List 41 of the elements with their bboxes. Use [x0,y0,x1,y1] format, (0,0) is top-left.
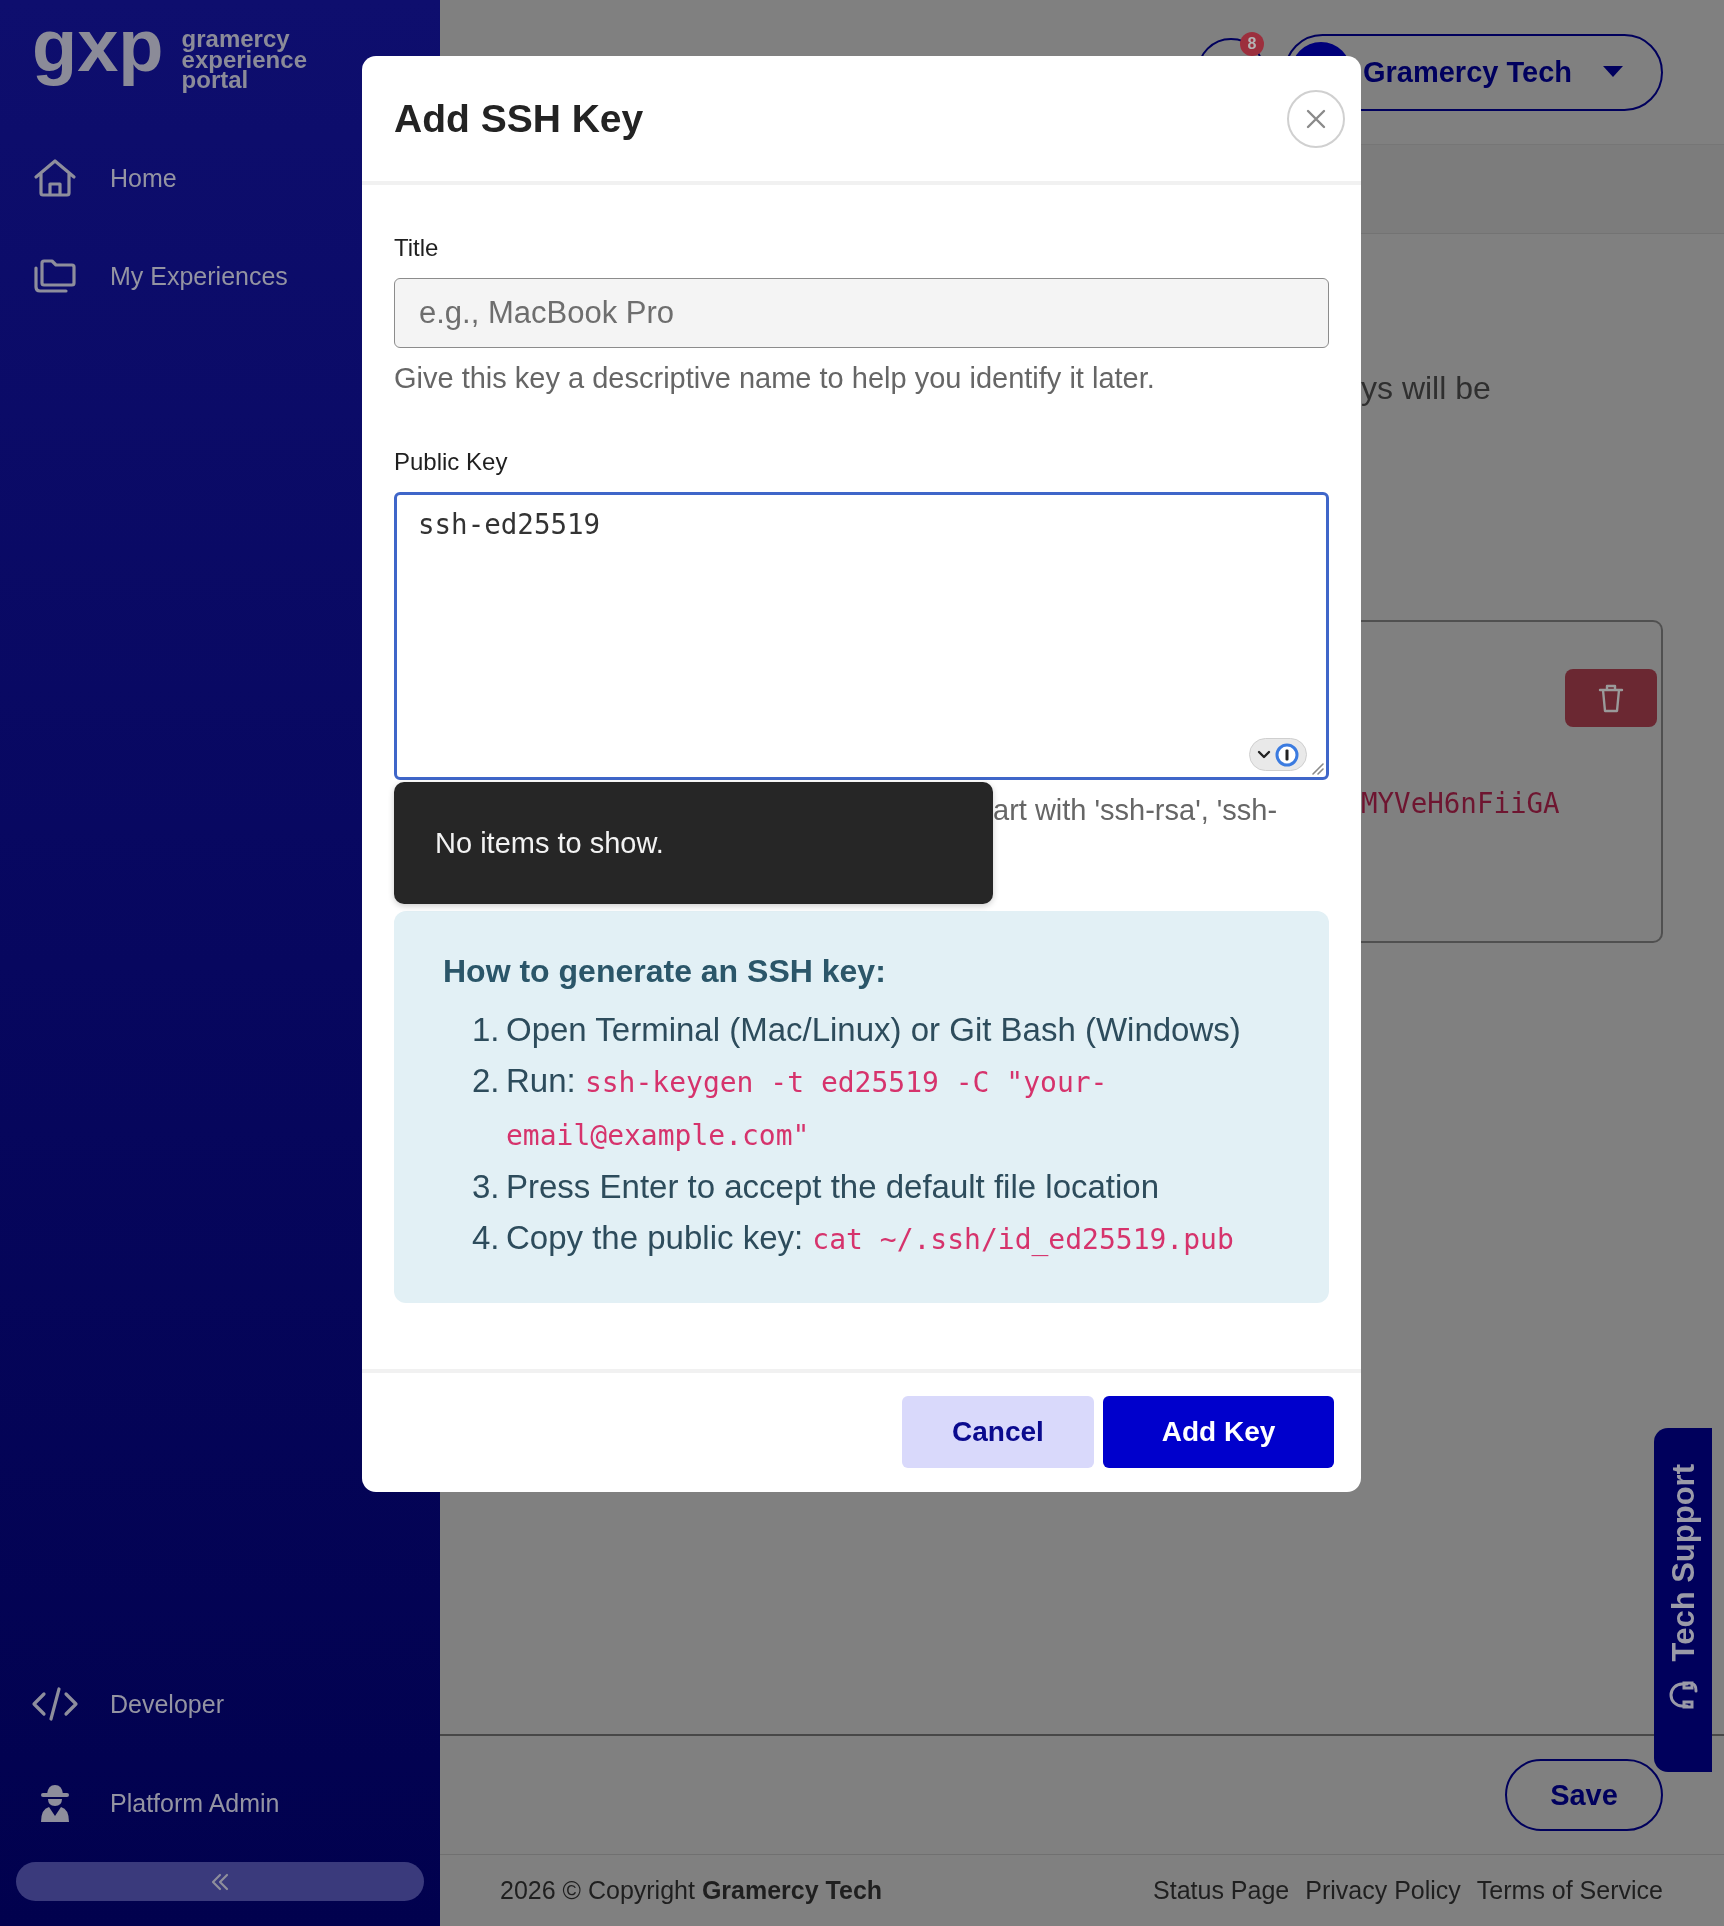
textarea-field[interactable]: ssh-ed25519 [394,492,1329,780]
field-hint: Give this key a descriptive name to help you identify it later. [394,361,1155,396]
logo-mark: gxp [32,3,164,89]
keyhole-icon [1275,742,1299,767]
step-text: Press Enter to accept the default file location [506,1167,1160,1207]
step-number: 4. [472,1218,500,1258]
resize-grip-icon [1310,761,1324,775]
home-icon [32,158,77,198]
step-number: 1. [472,1010,500,1050]
public-key-text: MYVeH6nFiiGA [1361,786,1560,820]
submit-button[interactable]: Add Key [1103,1396,1334,1468]
step-text: Open Terminal (Mac/Linux) or Git Bash (Windows) [506,1010,1241,1050]
notification-badge: 8 [1239,32,1264,56]
step-text: Copy the public key: cat ~/.ssh/id_ed25519.pub [506,1218,1234,1258]
step-number: 2. [472,1061,500,1101]
nav-link[interactable]: Home [16,148,424,208]
headset-icon [1667,1679,1699,1712]
footer-link[interactable]: Terms of Service [1476,1876,1663,1905]
description-text: ys will be [1361,369,1491,408]
copyright-text: 2026 © Copyright Gramercy Tech [500,1876,883,1905]
footer-link[interactable]: Status Page [1153,1876,1290,1905]
input-field[interactable]: e.g., MacBook Pro [394,278,1329,348]
footer-link[interactable]: Privacy Policy [1305,1876,1461,1905]
logo-wordmark: gramercy experience portal [181,29,307,91]
nav-link[interactable]: Developer [16,1674,424,1734]
autocomplete-popup: No items to show. [394,782,993,904]
field-label: Public Key [394,447,508,477]
step-text: Run: ssh-keygen -t ed25519 -C "your-email@example.com" [506,1061,1109,1154]
delete-button[interactable] [1565,669,1657,727]
chevron-down-icon [1257,749,1271,760]
caret-down-icon [1603,66,1623,78]
field-hint: art with 'ssh-rsa', 'ssh- [993,793,1278,828]
field-label: Title [394,233,439,263]
dialog-title: Add SSH Key [394,96,644,141]
cancel-button[interactable]: Cancel [902,1396,1094,1468]
instructions-heading: How to generate an SSH key: [443,952,886,991]
nav-link[interactable]: Platform Admin [16,1773,424,1833]
trash-icon [1598,683,1624,713]
tech-support-tab[interactable]: Tech Support [1654,1428,1712,1772]
folders-icon [31,258,78,294]
step-number: 3. [472,1167,500,1207]
